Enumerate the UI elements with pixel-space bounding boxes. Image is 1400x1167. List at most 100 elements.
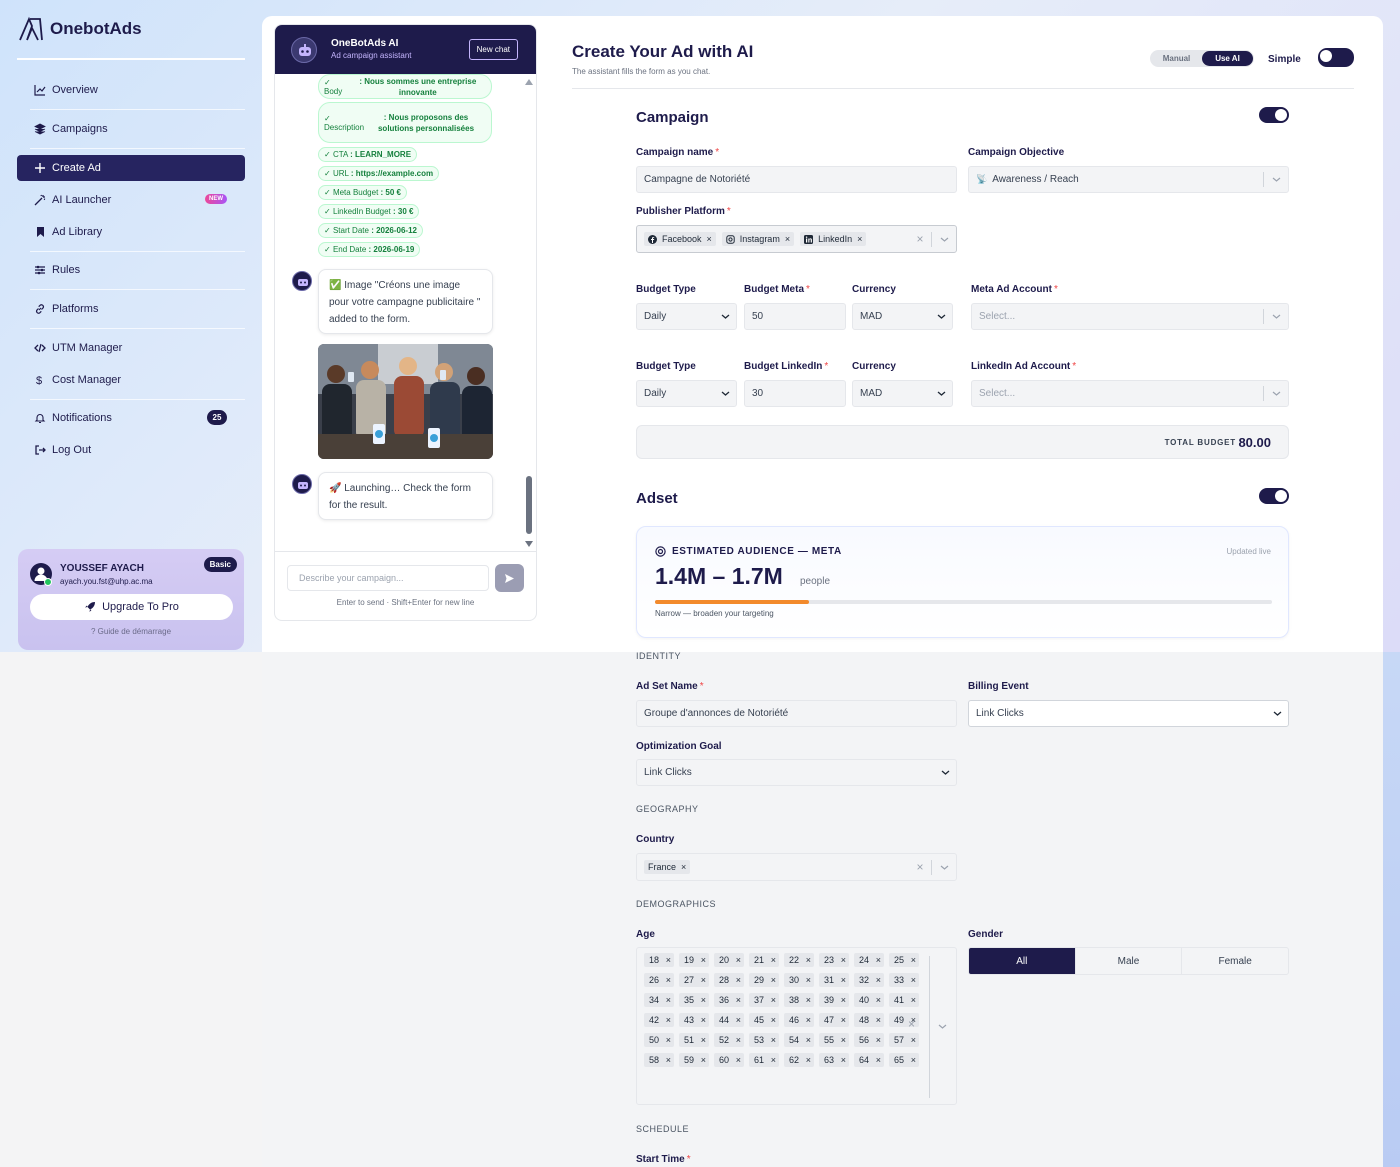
remove-tag-icon[interactable]: × xyxy=(666,1015,671,1025)
logo[interactable]: OnebotAds xyxy=(18,16,142,42)
remove-tag-icon[interactable]: × xyxy=(701,1035,706,1045)
remove-tag-icon[interactable]: × xyxy=(736,1035,741,1045)
remove-tag-icon[interactable]: × xyxy=(806,1015,811,1025)
sidebar-item-log-out[interactable]: Log Out xyxy=(17,437,245,463)
remove-tag-icon[interactable]: × xyxy=(911,995,916,1005)
remove-tag-icon[interactable]: × xyxy=(771,955,776,965)
mode-ai-button[interactable]: Use AI xyxy=(1202,51,1253,66)
remove-tag-icon[interactable]: × xyxy=(841,1055,846,1065)
sidebar-item-create-ad[interactable]: Create Ad xyxy=(17,155,245,181)
age-tag-value: 22 xyxy=(789,955,800,965)
optimization-goal-select[interactable]: Link Clicks xyxy=(636,759,957,786)
remove-tag-icon[interactable]: × xyxy=(876,955,881,965)
remove-tag-icon[interactable]: × xyxy=(736,995,741,1005)
clear-icon[interactable]: × xyxy=(908,1017,915,1031)
remove-tag-icon[interactable]: × xyxy=(681,862,686,872)
remove-tag-icon[interactable]: × xyxy=(666,1035,671,1045)
send-button[interactable] xyxy=(495,564,524,592)
linkedin-budget-type-select[interactable]: Daily xyxy=(636,380,737,407)
sidebar-item-ai-launcher[interactable]: AI Launcher NEW xyxy=(17,187,245,213)
remove-tag-icon[interactable]: × xyxy=(911,1055,916,1065)
remove-tag-icon[interactable]: × xyxy=(736,1055,741,1065)
remove-tag-icon[interactable]: × xyxy=(806,1055,811,1065)
remove-tag-icon[interactable]: × xyxy=(701,955,706,965)
meta-budget-type-select[interactable]: Daily xyxy=(636,303,737,330)
remove-tag-icon[interactable]: × xyxy=(701,975,706,985)
sidebar-item-campaigns[interactable]: Campaigns xyxy=(17,116,245,142)
remove-tag-icon[interactable]: × xyxy=(876,1055,881,1065)
remove-tag-icon[interactable]: × xyxy=(701,1015,706,1025)
sidebar-item-cost-manager[interactable]: $ Cost Manager xyxy=(17,367,245,393)
remove-tag-icon[interactable]: × xyxy=(806,975,811,985)
remove-tag-icon[interactable]: × xyxy=(736,975,741,985)
bookmark-icon xyxy=(37,227,44,237)
remove-tag-icon[interactable]: × xyxy=(806,955,811,965)
clear-icon[interactable]: × xyxy=(909,232,931,246)
gender-male-option[interactable]: Male xyxy=(1074,948,1182,974)
remove-tag-icon[interactable]: × xyxy=(666,955,671,965)
sidebar-item-platforms[interactable]: Platforms xyxy=(17,296,245,322)
linkedin-ad-account-select[interactable]: Select... xyxy=(971,380,1289,407)
meta-currency-select[interactable]: MAD xyxy=(852,303,953,330)
sidebar-item-utm-manager[interactable]: UTM Manager xyxy=(17,335,245,361)
getting-started-link[interactable]: ? Guide de démarrage xyxy=(18,627,244,636)
campaign-section-toggle[interactable] xyxy=(1259,107,1289,123)
remove-tag-icon[interactable]: × xyxy=(806,995,811,1005)
ad-set-name-input[interactable]: Groupe d'annonces de Notoriété xyxy=(636,700,957,727)
generated-ad-image[interactable] xyxy=(318,344,493,459)
campaign-objective-select[interactable]: 📡 Awareness / Reach xyxy=(968,166,1289,193)
new-chat-button[interactable]: New chat xyxy=(468,39,518,60)
remove-tag-icon[interactable]: × xyxy=(911,975,916,985)
remove-tag-icon[interactable]: × xyxy=(841,1015,846,1025)
remove-tag-icon[interactable]: × xyxy=(666,995,671,1005)
budget-meta-input[interactable]: 50 xyxy=(744,303,846,330)
remove-tag-icon[interactable]: × xyxy=(841,995,846,1005)
remove-tag-icon[interactable]: × xyxy=(771,975,776,985)
remove-tag-icon[interactable]: × xyxy=(771,1015,776,1025)
campaign-name-input[interactable]: Campagne de Notoriété xyxy=(636,166,957,193)
remove-tag-icon[interactable]: × xyxy=(806,1035,811,1045)
mode-manual-button[interactable]: Manual xyxy=(1151,51,1202,66)
remove-tag-icon[interactable]: × xyxy=(876,975,881,985)
meta-ad-account-select[interactable]: Select... xyxy=(971,303,1289,330)
sidebar-item-label: Log Out xyxy=(52,444,92,456)
upgrade-button[interactable]: Upgrade To Pro xyxy=(30,594,233,620)
billing-event-select[interactable]: Link Clicks xyxy=(968,700,1289,727)
remove-tag-icon[interactable]: × xyxy=(911,955,916,965)
remove-tag-icon[interactable]: × xyxy=(701,995,706,1005)
country-multiselect[interactable]: France × × xyxy=(636,853,957,881)
remove-tag-icon[interactable]: × xyxy=(857,234,862,244)
remove-tag-icon[interactable]: × xyxy=(666,975,671,985)
sidebar-item-overview[interactable]: Overview xyxy=(17,77,245,103)
adset-section-toggle[interactable] xyxy=(1259,488,1289,504)
remove-tag-icon[interactable]: × xyxy=(876,1035,881,1045)
sidebar-item-notifications[interactable]: Notifications 25 xyxy=(17,405,245,431)
chat-input[interactable]: Describe your campaign... xyxy=(287,565,489,591)
remove-tag-icon[interactable]: × xyxy=(771,1055,776,1065)
simple-toggle[interactable] xyxy=(1318,48,1354,67)
gender-female-option[interactable]: Female xyxy=(1181,948,1288,974)
gender-all-option[interactable]: All xyxy=(969,948,1075,974)
remove-tag-icon[interactable]: × xyxy=(785,234,790,244)
age-multiselect[interactable]: 18 × 19 × 20 × 21 × 22 × 23 × 24 × 25 × 26 × 27 × 28 × 29 × 30 × 3… xyxy=(636,947,957,1105)
remove-tag-icon[interactable]: × xyxy=(911,1035,916,1045)
remove-tag-icon[interactable]: × xyxy=(736,955,741,965)
sidebar-item-rules[interactable]: Rules xyxy=(17,257,245,283)
remove-tag-icon[interactable]: × xyxy=(771,995,776,1005)
remove-tag-icon[interactable]: × xyxy=(701,1055,706,1065)
budget-linkedin-input[interactable]: 30 xyxy=(744,380,846,407)
remove-tag-icon[interactable]: × xyxy=(841,975,846,985)
remove-tag-icon[interactable]: × xyxy=(771,1035,776,1045)
sidebar-item-ad-library[interactable]: Ad Library xyxy=(17,219,245,245)
remove-tag-icon[interactable]: × xyxy=(707,234,712,244)
publisher-platform-multiselect[interactable]: Facebook × Instagram × LinkedIn × × xyxy=(636,225,957,253)
remove-tag-icon[interactable]: × xyxy=(876,995,881,1005)
linkedin-currency-select[interactable]: MAD xyxy=(852,380,953,407)
remove-tag-icon[interactable]: × xyxy=(876,1015,881,1025)
chat-scrollbar[interactable] xyxy=(524,78,534,548)
remove-tag-icon[interactable]: × xyxy=(841,1035,846,1045)
remove-tag-icon[interactable]: × xyxy=(841,955,846,965)
remove-tag-icon[interactable]: × xyxy=(736,1015,741,1025)
remove-tag-icon[interactable]: × xyxy=(666,1055,671,1065)
clear-icon[interactable]: × xyxy=(909,860,931,874)
